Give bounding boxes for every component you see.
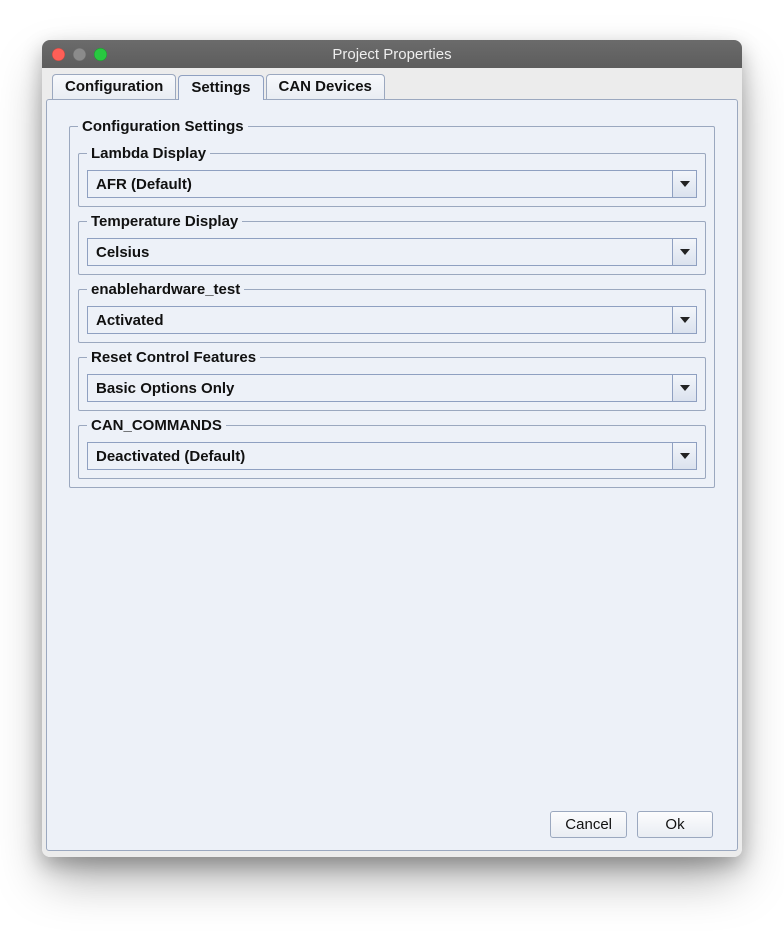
tab-panel: Configuration Settings Lambda Display AF…	[46, 99, 738, 851]
dialog-button-row: Cancel Ok	[69, 801, 715, 840]
field-label: enablehardware_test	[87, 281, 244, 298]
chevron-down-icon[interactable]	[672, 375, 696, 401]
ok-button[interactable]: Ok	[637, 811, 713, 838]
field-lambda-display: Lambda Display AFR (Default)	[78, 145, 706, 207]
window-title: Project Properties	[42, 46, 742, 63]
chevron-down-icon[interactable]	[672, 443, 696, 469]
combo-enablehardware-test[interactable]: Activated	[87, 306, 697, 334]
combo-value: AFR (Default)	[88, 171, 672, 197]
zoom-icon[interactable]	[94, 48, 107, 61]
field-reset-control-features: Reset Control Features Basic Options Onl…	[78, 349, 706, 411]
combo-lambda-display[interactable]: AFR (Default)	[87, 170, 697, 198]
close-icon[interactable]	[52, 48, 65, 61]
combo-can-commands[interactable]: Deactivated (Default)	[87, 442, 697, 470]
combo-value: Deactivated (Default)	[88, 443, 672, 469]
combo-value: Basic Options Only	[88, 375, 672, 401]
field-can-commands: CAN_COMMANDS Deactivated (Default)	[78, 417, 706, 479]
combo-temperature-display[interactable]: Celsius	[87, 238, 697, 266]
client-area: Configuration Settings CAN Devices Confi…	[42, 68, 742, 857]
tab-settings[interactable]: Settings	[178, 75, 263, 100]
tab-configuration[interactable]: Configuration	[52, 74, 176, 99]
group-title: Configuration Settings	[78, 118, 248, 135]
field-enablehardware-test: enablehardware_test Activated	[78, 281, 706, 343]
window-controls	[42, 48, 107, 61]
titlebar[interactable]: Project Properties	[42, 40, 742, 68]
field-label: Lambda Display	[87, 145, 210, 162]
field-label: CAN_COMMANDS	[87, 417, 226, 434]
minimize-icon[interactable]	[73, 48, 86, 61]
project-properties-window: Project Properties Configuration Setting…	[42, 40, 742, 857]
field-label: Temperature Display	[87, 213, 242, 230]
cancel-button[interactable]: Cancel	[550, 811, 627, 838]
spacer	[69, 488, 715, 801]
chevron-down-icon[interactable]	[672, 307, 696, 333]
tab-can-devices[interactable]: CAN Devices	[266, 74, 385, 99]
combo-reset-control-features[interactable]: Basic Options Only	[87, 374, 697, 402]
chevron-down-icon[interactable]	[672, 171, 696, 197]
combo-value: Celsius	[88, 239, 672, 265]
chevron-down-icon[interactable]	[672, 239, 696, 265]
tab-bar: Configuration Settings CAN Devices	[52, 74, 738, 99]
combo-value: Activated	[88, 307, 672, 333]
field-temperature-display: Temperature Display Celsius	[78, 213, 706, 275]
group-configuration-settings: Configuration Settings Lambda Display AF…	[69, 118, 715, 488]
field-label: Reset Control Features	[87, 349, 260, 366]
